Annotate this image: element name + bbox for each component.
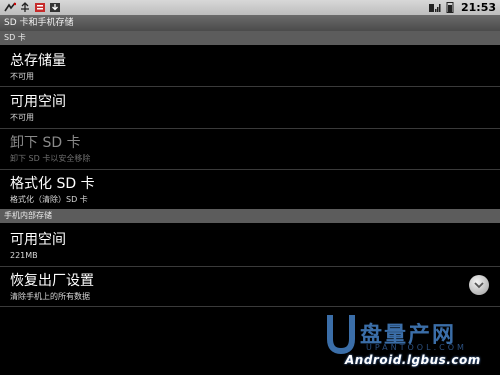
item-title: 格式化 SD 卡 bbox=[10, 176, 95, 192]
total-storage-item: 总存储量 不可用 bbox=[0, 53, 500, 82]
internal-available-space-item: 可用空间 221MB bbox=[0, 232, 500, 261]
usb-debug-icon bbox=[4, 2, 16, 12]
item-subtitle: 不可用 bbox=[10, 72, 34, 81]
notification-icon bbox=[35, 3, 45, 12]
item-title: 总存储量 bbox=[10, 53, 66, 69]
divider bbox=[0, 86, 500, 87]
factory-reset-item[interactable]: 恢复出厂设置 清除手机上的所有数据 bbox=[0, 273, 500, 302]
divider bbox=[0, 128, 500, 129]
watermark-url-faint: UPANTOOL.COM bbox=[366, 343, 467, 352]
status-bar: 21:53 bbox=[0, 0, 500, 15]
clock: 21:53 bbox=[460, 1, 496, 14]
item-title: 可用空间 bbox=[10, 94, 66, 110]
chevron-down-icon bbox=[474, 282, 484, 289]
available-space-item: 可用空间 不可用 bbox=[0, 94, 500, 123]
item-subtitle: 不可用 bbox=[10, 113, 34, 122]
item-subtitle: 221MB bbox=[10, 251, 38, 260]
window-title: SD 卡和手机存储 bbox=[0, 15, 500, 31]
item-subtitle: 卸下 SD 卡以安全移除 bbox=[10, 154, 91, 163]
download-icon bbox=[50, 3, 60, 12]
item-title: 恢复出厂设置 bbox=[10, 273, 94, 289]
unmount-sd-card-item: 卸下 SD 卡 卸下 SD 卡以安全移除 bbox=[0, 135, 500, 164]
divider bbox=[0, 306, 500, 307]
usb-connected-icon bbox=[21, 2, 29, 12]
section-header-internal-storage: 手机内部存储 bbox=[0, 209, 500, 223]
item-subtitle: 清除手机上的所有数据 bbox=[10, 292, 90, 301]
sim-signal-icon bbox=[428, 4, 441, 12]
section-header-sd-card: SD 卡 bbox=[0, 31, 500, 45]
watermark-url: Android.lgbus.com bbox=[345, 353, 481, 367]
battery-icon bbox=[446, 2, 454, 13]
factory-reset-expand-button[interactable] bbox=[469, 275, 489, 295]
divider bbox=[0, 169, 500, 170]
status-bar-right: 21:53 bbox=[428, 0, 496, 15]
item-subtitle: 格式化（清除）SD 卡 bbox=[10, 195, 88, 204]
format-sd-card-item[interactable]: 格式化 SD 卡 格式化（清除）SD 卡 bbox=[0, 176, 500, 205]
divider bbox=[0, 266, 500, 267]
item-title: 可用空间 bbox=[10, 232, 66, 248]
item-title: 卸下 SD 卡 bbox=[10, 135, 81, 151]
status-bar-left bbox=[4, 0, 61, 15]
u-logo-icon bbox=[327, 315, 355, 355]
